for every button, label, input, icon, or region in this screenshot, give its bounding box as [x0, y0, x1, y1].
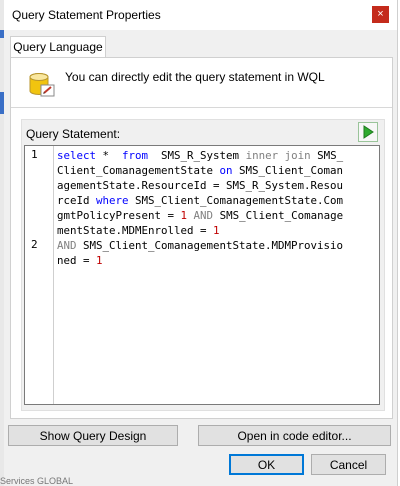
- tab-query-language[interactable]: Query Language: [10, 36, 106, 57]
- code-line: mentState.MDMEnrolled = 1: [57, 224, 220, 237]
- query-code: select * from SMS_R_System inner join SM…: [57, 148, 375, 268]
- line-number: 2: [31, 238, 38, 251]
- code-line: gmtPolicyPresent = 1 AND SMS_Client_Coma…: [57, 209, 344, 222]
- code-line: Client_ComanagementState on SMS_Client_C…: [57, 164, 344, 177]
- cancel-button[interactable]: Cancel: [311, 454, 386, 475]
- gutter-separator: [53, 146, 54, 404]
- line-number-gutter: 1 2: [25, 146, 53, 404]
- code-line: rceId where SMS_Client_ComanagementState…: [57, 194, 344, 207]
- background-window-text: Services GLOBAL: [0, 476, 74, 486]
- run-icon: [363, 125, 374, 139]
- code-line: select * from SMS_R_System inner join SM…: [57, 149, 344, 162]
- header-divider: [11, 107, 392, 108]
- title-bar: Query Statement Properties ×: [4, 0, 397, 30]
- show-query-design-button[interactable]: Show Query Design: [8, 425, 178, 446]
- header-description: You can directly edit the query statemen…: [65, 70, 325, 84]
- ok-button[interactable]: OK: [229, 454, 304, 475]
- close-button[interactable]: ×: [372, 6, 389, 23]
- line-number: 1: [31, 148, 38, 161]
- tab-panel: You can directly edit the query statemen…: [10, 57, 393, 419]
- code-line: AND SMS_Client_ComanagementState.MDMProv…: [57, 239, 344, 252]
- run-query-button[interactable]: [358, 122, 378, 142]
- code-line: agementState.ResourceId = SMS_R_System.R…: [57, 179, 344, 192]
- query-statement-label: Query Statement:: [26, 127, 121, 141]
- window-title: Query Statement Properties: [12, 8, 161, 22]
- query-statement-panel: Query Statement: 1 2 select * from SMS_R…: [21, 119, 385, 411]
- database-edit-icon: [29, 73, 55, 97]
- query-editor[interactable]: 1 2 select * from SMS_R_System inner joi…: [24, 145, 380, 405]
- query-statement-dialog: Query Statement Properties × Query Langu…: [4, 0, 398, 486]
- code-line: ned = 1: [57, 254, 103, 267]
- open-in-code-editor-button[interactable]: Open in code editor...: [198, 425, 391, 446]
